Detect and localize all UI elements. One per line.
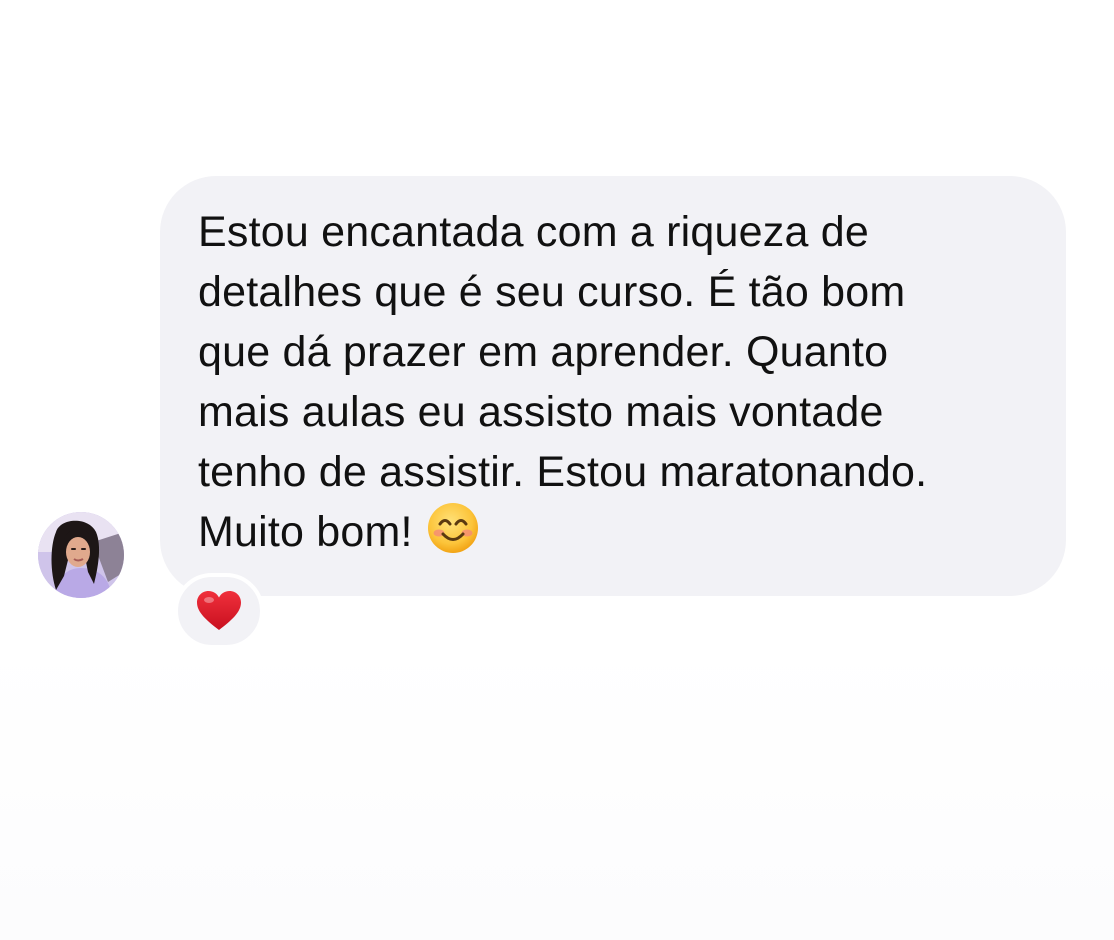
message-line: tenho de assistir. Estou maratonando.: [198, 448, 928, 496]
message-line: que dá prazer em aprender. Quanto: [198, 328, 889, 376]
message-bubble[interactable]: Estou encantada com a riqueza de detalhe…: [160, 176, 1066, 596]
smiling-face-icon: [427, 503, 478, 553]
chat-screen: Estou encantada com a riqueza de detalhe…: [0, 0, 1114, 940]
message-line: detalhes que é seu curso. É tão bom: [198, 268, 906, 316]
message-line: mais aulas eu assisto mais vontade: [198, 388, 884, 436]
sender-avatar[interactable]: [38, 512, 124, 598]
message-text: Estou encantada com a riqueza de detalhe…: [198, 202, 1036, 562]
message-line: Muito bom!: [198, 508, 413, 556]
avatar-photo-icon: [38, 512, 124, 598]
red-heart-icon: [197, 591, 241, 630]
message-line: Estou encantada com a riqueza de: [198, 208, 869, 256]
message-last-line: Muito bom!: [198, 502, 1036, 562]
reaction-badge[interactable]: [174, 573, 264, 649]
